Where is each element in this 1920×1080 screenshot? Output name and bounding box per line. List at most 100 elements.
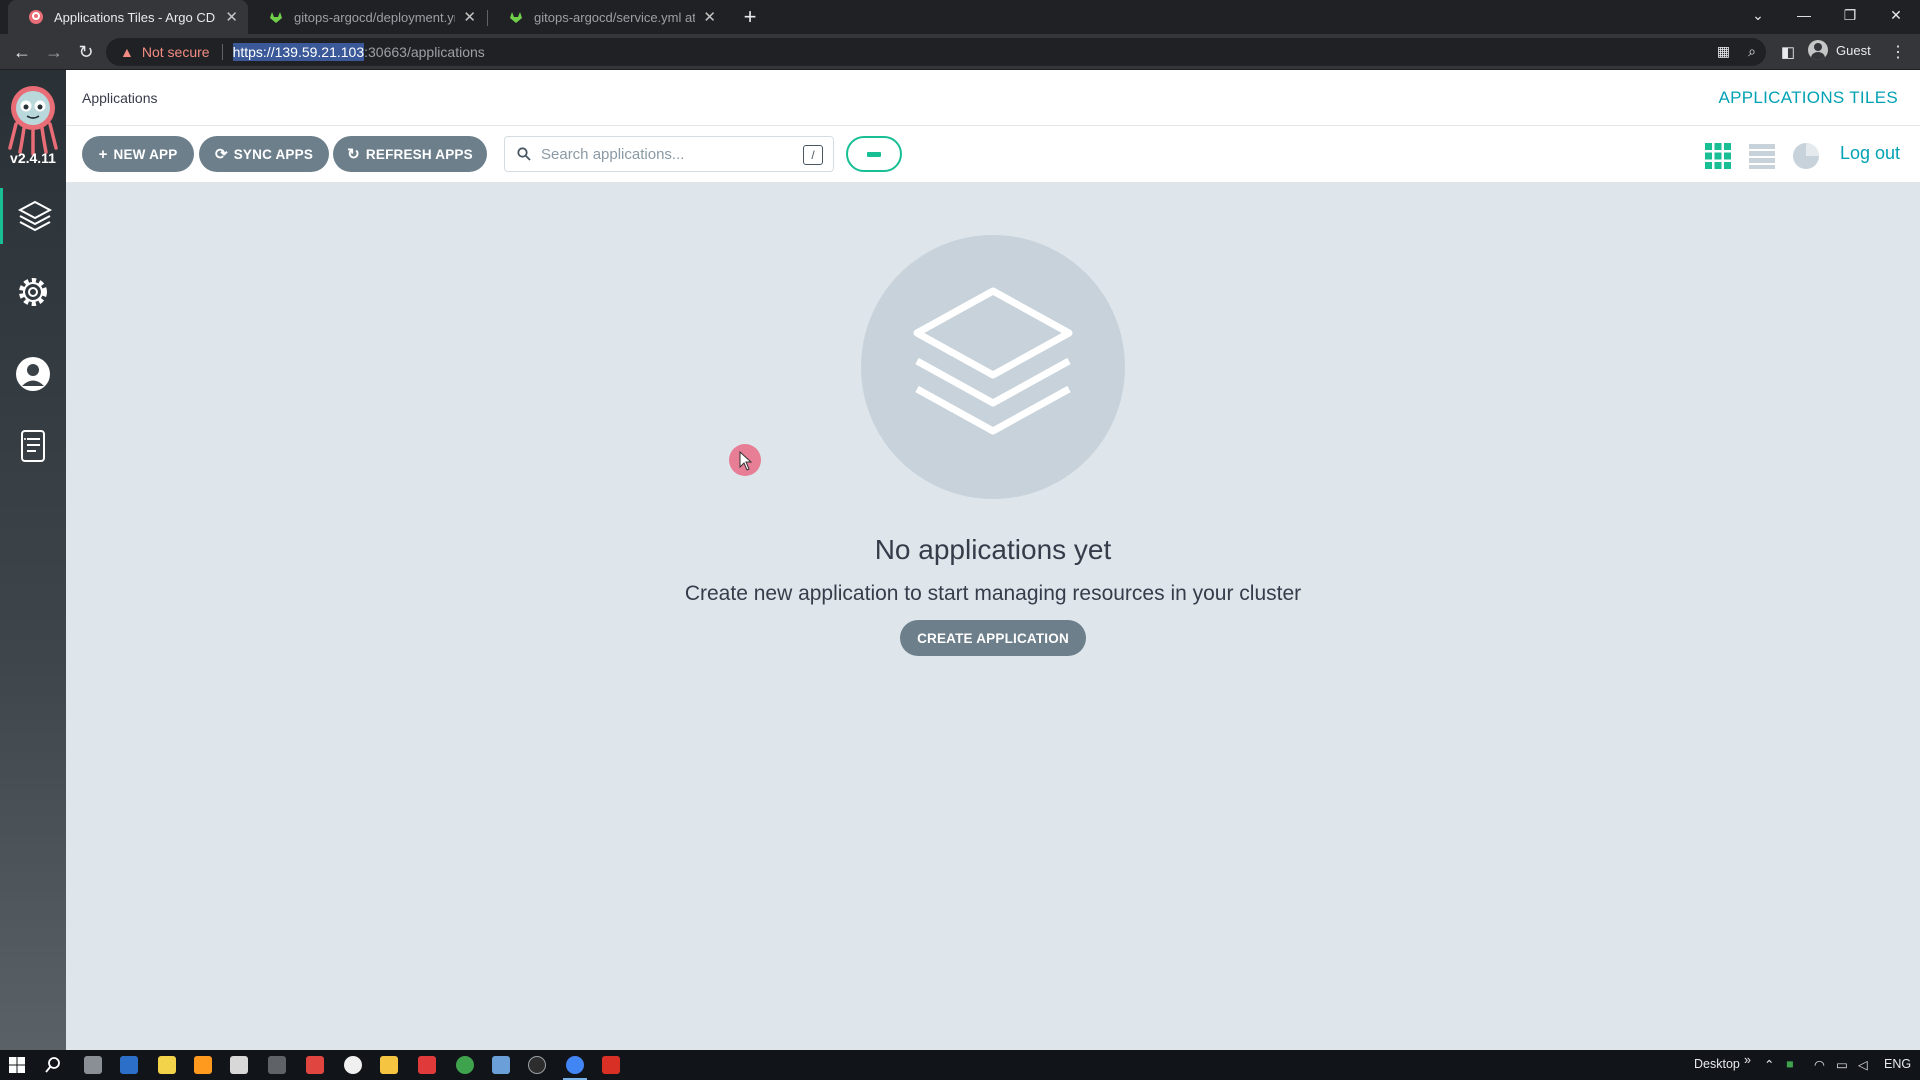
browser-tab-argocd[interactable]: Applications Tiles - Argo CD ✕ [8,0,248,34]
empty-state-illustration [861,235,1125,499]
windows-start-icon[interactable] [8,1056,26,1074]
argo-octopus-logo-icon[interactable] [6,82,60,156]
tray-app-icon[interactable]: ■ [1786,1057,1794,1071]
gitlab-favicon-icon [510,12,522,23]
browser-tab-title: Applications Tiles - Argo CD [54,9,216,25]
profile-avatar-icon [1808,40,1828,60]
toolbar-expand-icon[interactable]: » [1744,1053,1751,1067]
gitlab-favicon-icon [270,12,282,23]
taskbar-app-icon[interactable] [306,1056,324,1074]
browser-tab-service[interactable]: gitops-argocd/service.yml at mai ✕ [488,0,726,34]
restore-icon[interactable]: ❐ [1828,0,1872,30]
browser-tab-deployment[interactable]: gitops-argocd/deployment.yml a ✕ [248,0,486,34]
list-view-icon[interactable] [1748,142,1776,170]
sidebar-item-applications[interactable] [0,188,66,244]
version-label: v2.4.11 [10,150,56,166]
empty-state-subtitle: Create new application to start managing… [684,582,1302,605]
plus-icon: + [98,145,108,163]
top-header: Applications APPLICATIONS TILES [66,70,1920,126]
search-icon [517,147,531,161]
browser-toolbar: ← → ↻ ▲ Not secure https://139.59.21.103… [0,34,1920,70]
new-tab-icon[interactable]: + [738,4,762,30]
language-indicator[interactable]: ENG [1884,1057,1911,1071]
profile-label: Guest [1836,42,1871,58]
breadcrumb[interactable]: Applications [82,90,158,106]
docs-icon [21,430,45,462]
pdf-reader-icon[interactable] [418,1056,436,1074]
taskbar-search-icon[interactable] [44,1056,62,1074]
filter-toggle-button[interactable] [846,136,902,172]
taskbar-app-icon[interactable] [602,1056,620,1074]
gear-icon [19,278,47,306]
taskbar-app-icon[interactable] [84,1056,102,1074]
new-app-button[interactable]: + NEW APP [82,136,194,172]
chrome-active-icon[interactable] [566,1056,584,1074]
taskbar-app-icon[interactable] [230,1056,248,1074]
applications-content: No applications yet Create new applicati… [66,182,1920,1050]
url-path[interactable]: :30663/applications [364,44,485,60]
windows-taskbar: Desktop » ⌃ ■ ◠ ▭ ◁ ENG [0,1050,1920,1080]
close-tab-icon[interactable]: ✕ [703,8,716,26]
create-application-button[interactable]: CREATE APPLICATION [900,620,1086,656]
taskbar-app-icon[interactable] [194,1056,212,1074]
profile-button[interactable]: Guest [1808,40,1871,60]
desktop-toolbar-label[interactable]: Desktop [1694,1057,1740,1071]
chrome-icon[interactable] [456,1056,474,1074]
taskbar-app-icon[interactable] [528,1056,546,1074]
applications-toolbar: + NEW APP ⟳ SYNC APPS ↻ REFRESH APPS / L… [66,126,1920,182]
url-host[interactable]: https://139.59.21.103 [232,43,365,61]
page-title: APPLICATIONS TILES [1718,88,1898,107]
qr-code-icon[interactable]: ▦ [1717,43,1730,60]
back-arrow-icon[interactable]: ← [8,38,36,66]
minimize-icon[interactable]: — [1782,0,1826,30]
taskbar-app-icon[interactable] [492,1056,510,1074]
forward-arrow-icon[interactable]: → [40,38,68,66]
search-input[interactable] [541,145,791,163]
volume-icon[interactable]: ◁ [1858,1057,1868,1072]
layers-icon [17,200,52,232]
close-tab-icon[interactable]: ✕ [225,8,238,26]
tiles-view-icon[interactable] [1704,142,1732,170]
address-bar[interactable]: ▲ Not secure https://139.59.21.103 :3066… [106,38,1766,66]
taskbar-app-icon[interactable] [268,1056,286,1074]
new-app-label: NEW APP [113,146,178,162]
refresh-icon: ↻ [347,146,360,163]
sidebar-item-user-info[interactable] [0,346,66,402]
tab-search-icon[interactable]: ⌄ [1736,0,1780,30]
refresh-apps-button[interactable]: ↻ REFRESH APPS [333,136,487,172]
refresh-apps-label: REFRESH APPS [365,146,473,162]
network-icon[interactable]: ◠ [1814,1057,1825,1072]
notepad-icon[interactable] [158,1056,176,1074]
reload-icon[interactable]: ↻ [72,38,100,66]
search-box[interactable]: / [504,136,834,172]
close-tab-icon[interactable]: ✕ [463,8,476,26]
sync-apps-button[interactable]: ⟳ SYNC APPS [199,136,329,172]
tray-overflow-icon[interactable]: ⌃ [1764,1057,1774,1072]
sidebar-item-documentation[interactable] [0,418,66,474]
browser-tab-title: gitops-argocd/service.yml at mai [534,9,696,25]
layers-icon [913,287,1073,435]
zoom-icon[interactable]: ⌕ [1748,43,1756,60]
powershell-icon[interactable] [120,1056,138,1074]
address-separator [221,44,223,60]
browser-menu-icon[interactable]: ⋮ [1890,42,1906,62]
side-panel-icon[interactable]: ◧ [1774,38,1802,66]
sidebar-item-settings[interactable] [0,264,66,320]
sync-icon: ⟳ [214,146,228,163]
filter-icon [867,151,881,157]
address-bar-actions: ▦ ⌕ [1717,43,1756,60]
search-shortcut-key: / [803,145,823,165]
browser-tab-strip: Applications Tiles - Argo CD ✕ gitops-ar… [0,0,1920,34]
argocd-favicon-icon [29,10,43,24]
warning-triangle-icon[interactable]: ▲ [120,44,134,60]
security-label[interactable]: Not secure [142,44,210,60]
file-explorer-icon[interactable] [380,1056,398,1074]
window-close-icon[interactable]: ✕ [1874,0,1918,30]
battery-icon[interactable]: ▭ [1836,1057,1848,1072]
logout-link[interactable]: Log out [1840,143,1900,164]
pie-chart-view-icon[interactable] [1792,142,1820,170]
mouse-cursor-highlight [729,444,761,476]
browser-tab-title: gitops-argocd/deployment.yml a [294,9,456,25]
taskbar-app-icon[interactable] [344,1056,362,1074]
pointer-cursor-icon [739,451,753,471]
